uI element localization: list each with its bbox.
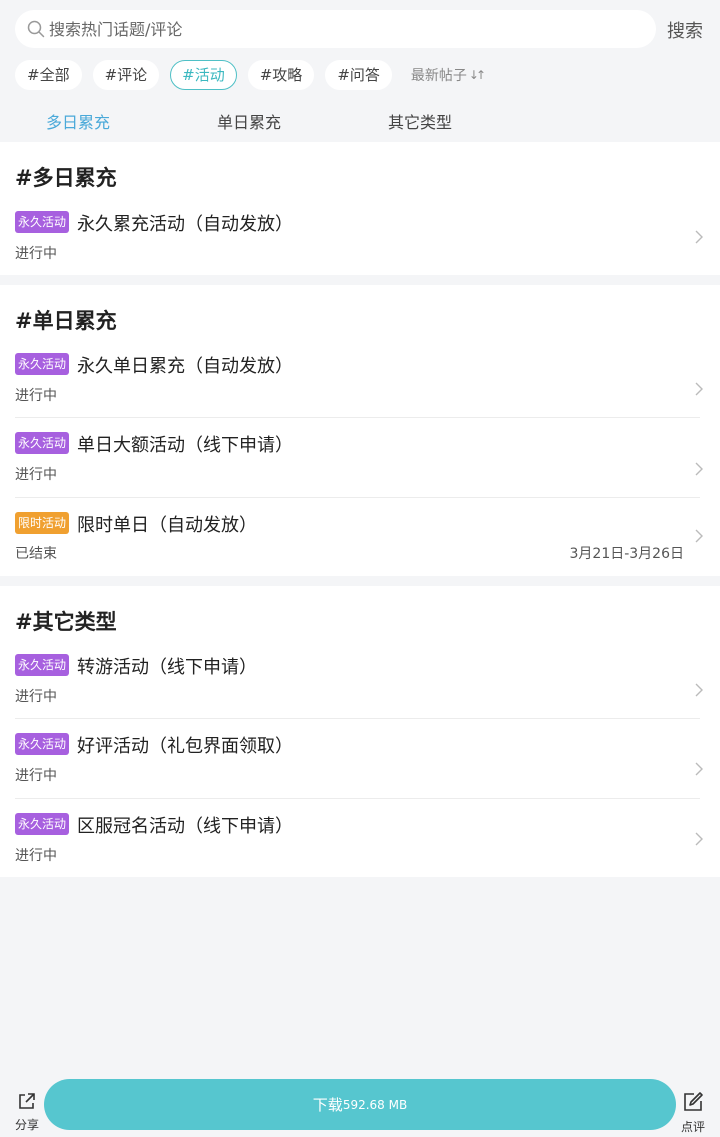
item-status: 进行中 bbox=[15, 246, 57, 262]
search-box[interactable] bbox=[15, 10, 656, 48]
bottom-action-bar: 分享 下载 592.68 MB 点评 bbox=[0, 1077, 720, 1137]
share-button[interactable]: 分享 bbox=[12, 1091, 42, 1133]
rate-button[interactable]: 点评 bbox=[678, 1091, 708, 1135]
category-tabs: 多日累充 单日累充 其它类型 bbox=[0, 105, 720, 135]
chevron-right-icon bbox=[695, 832, 703, 846]
activity-badge: 永久活动 bbox=[15, 432, 70, 454]
item-status: 已结束 bbox=[15, 546, 57, 562]
top-bar: 搜索 #全部 #评论 #活动 #攻略 #问答 最新帖子 ↓↑ 多日累充 单日累充… bbox=[0, 0, 720, 142]
chip-activity[interactable]: #活动 bbox=[170, 59, 237, 90]
activity-badge: 永久活动 bbox=[15, 353, 70, 375]
item-date-range: 3月21日-3月26日 bbox=[569, 546, 685, 562]
section-title: #单日累充 bbox=[15, 309, 117, 333]
rate-label: 点评 bbox=[680, 1120, 705, 1134]
chevron-right-icon bbox=[695, 382, 703, 396]
section-title: #其它类型 bbox=[15, 610, 117, 634]
sort-label: 最新帖子 bbox=[410, 67, 467, 84]
list-item[interactable]: 限时活动 限时单日（自动发放） 已结束 3月21日-3月26日 bbox=[0, 498, 720, 576]
chevron-right-icon bbox=[695, 462, 703, 476]
activity-badge: 永久活动 bbox=[15, 813, 70, 835]
search-icon bbox=[27, 20, 45, 38]
item-title: 永久累充活动（自动发放） bbox=[77, 214, 293, 235]
activity-badge: 永久活动 bbox=[15, 733, 70, 755]
list-item[interactable]: 永久活动 永久累充活动（自动发放） 进行中 bbox=[0, 202, 720, 272]
share-label: 分享 bbox=[14, 1118, 39, 1132]
item-status: 进行中 bbox=[15, 388, 57, 404]
item-title: 限时单日（自动发放） bbox=[77, 515, 257, 536]
download-label: 下载 bbox=[312, 1096, 343, 1114]
search-input[interactable] bbox=[49, 19, 609, 39]
sort-toggle[interactable]: 最新帖子 ↓↑ bbox=[410, 65, 486, 85]
item-status: 进行中 bbox=[15, 848, 57, 864]
list-item[interactable]: 永久活动 转游活动（线下申请） 进行中 bbox=[0, 646, 720, 718]
activity-badge: 限时活动 bbox=[15, 512, 70, 534]
chip-guide[interactable]: #攻略 bbox=[247, 59, 315, 90]
section-single-day: #单日累充 永久活动 永久单日累充（自动发放） 进行中 永久活动 单日大额活动（… bbox=[0, 285, 720, 576]
item-status: 进行中 bbox=[15, 689, 57, 705]
edit-icon bbox=[684, 1092, 703, 1111]
chip-all[interactable]: #全部 bbox=[15, 59, 82, 90]
list-item[interactable]: 永久活动 单日大额活动（线下申请） 进行中 bbox=[0, 418, 720, 497]
tag-filter-bar: #全部 #评论 #活动 #攻略 #问答 最新帖子 ↓↑ bbox=[15, 59, 486, 90]
activity-badge: 永久活动 bbox=[15, 654, 70, 676]
search-button[interactable]: 搜索 bbox=[667, 17, 703, 43]
item-status: 进行中 bbox=[15, 467, 57, 483]
item-title: 永久单日累充（自动发放） bbox=[77, 356, 293, 377]
chevron-right-icon bbox=[695, 529, 703, 543]
section-title: #多日累充 bbox=[15, 166, 117, 190]
item-status: 进行中 bbox=[15, 768, 57, 784]
sort-arrows-icon: ↓↑ bbox=[468, 67, 486, 82]
section-other: #其它类型 永久活动 转游活动（线下申请） 进行中 永久活动 好评活动（礼包界面… bbox=[0, 586, 720, 877]
tab-single-day[interactable]: 单日累充 bbox=[217, 109, 281, 133]
activity-badge: 永久活动 bbox=[15, 211, 70, 233]
list-item[interactable]: 永久活动 好评活动（礼包界面领取） 进行中 bbox=[0, 719, 720, 798]
chip-review[interactable]: #评论 bbox=[92, 59, 160, 90]
item-title: 区服冠名活动（线下申请） bbox=[77, 816, 293, 837]
chip-qa[interactable]: #问答 bbox=[325, 59, 392, 90]
section-multi-day: #多日累充 永久活动 永久累充活动（自动发放） 进行中 bbox=[0, 142, 720, 275]
tab-multi-day[interactable]: 多日累充 bbox=[46, 109, 110, 133]
item-title: 单日大额活动（线下申请） bbox=[77, 435, 293, 456]
share-icon bbox=[19, 1093, 35, 1109]
download-size: 592.68 MB bbox=[342, 1097, 408, 1112]
download-button[interactable]: 下载 592.68 MB bbox=[44, 1079, 676, 1130]
item-title: 转游活动（线下申请） bbox=[77, 657, 257, 678]
item-title: 好评活动（礼包界面领取） bbox=[77, 736, 293, 757]
chevron-right-icon bbox=[695, 683, 703, 697]
chevron-right-icon bbox=[695, 230, 703, 244]
tab-other[interactable]: 其它类型 bbox=[388, 109, 452, 133]
list-item[interactable]: 永久活动 区服冠名活动（线下申请） 进行中 bbox=[0, 799, 720, 877]
list-item[interactable]: 永久活动 永久单日累充（自动发放） 进行中 bbox=[0, 345, 720, 417]
chevron-right-icon bbox=[695, 762, 703, 776]
